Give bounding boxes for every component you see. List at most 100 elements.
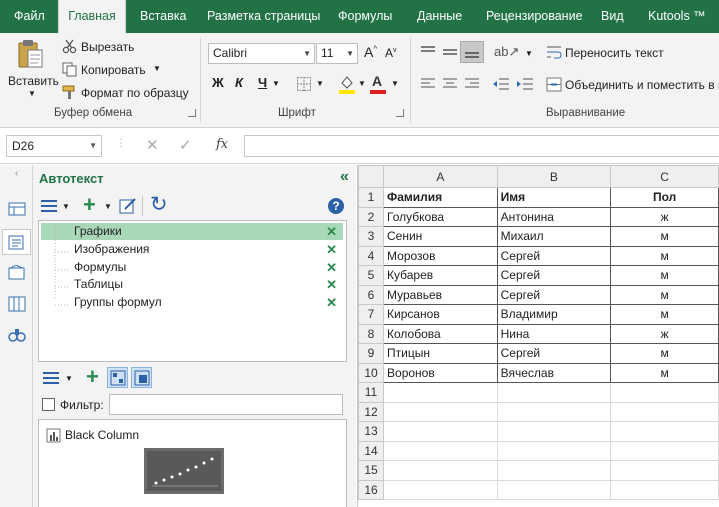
row-header[interactable]: 3 bbox=[357, 226, 385, 247]
tab-view[interactable]: Вид bbox=[601, 0, 624, 33]
cell[interactable]: м bbox=[610, 304, 719, 325]
align-right-icon[interactable] bbox=[464, 77, 480, 91]
insert-function-icon[interactable]: fx bbox=[216, 137, 228, 152]
cell[interactable] bbox=[496, 401, 612, 422]
increase-indent-icon[interactable] bbox=[516, 77, 534, 91]
row-header[interactable]: 10 bbox=[357, 362, 385, 383]
cell[interactable]: Птицын bbox=[383, 343, 498, 364]
cell[interactable]: Михаил bbox=[496, 226, 612, 247]
column-header-c[interactable]: C bbox=[610, 165, 719, 188]
delete-icon[interactable]: ✕ bbox=[326, 259, 337, 276]
cell[interactable]: Голубкова bbox=[383, 206, 498, 227]
align-bottom-button[interactable] bbox=[460, 41, 484, 63]
cell[interactable] bbox=[383, 479, 498, 500]
tree-item-graphics[interactable]: Графики ✕ bbox=[41, 223, 343, 240]
align-top-icon[interactable] bbox=[420, 45, 436, 59]
help-icon[interactable]: ? bbox=[328, 198, 344, 214]
tab-home[interactable]: Главная bbox=[58, 0, 126, 33]
cell[interactable] bbox=[610, 440, 719, 461]
enter-icon[interactable]: ✓ bbox=[179, 136, 192, 154]
row-header[interactable]: 9 bbox=[357, 343, 385, 364]
decrease-indent-icon[interactable] bbox=[492, 77, 510, 91]
merge-center-button[interactable]: Объединить и поместить в ц bbox=[546, 76, 719, 94]
cell[interactable]: Сергей bbox=[496, 343, 612, 364]
align-middle-icon[interactable] bbox=[442, 45, 458, 59]
chevron-down-icon[interactable]: ▼ bbox=[104, 202, 112, 211]
tree-item-tables[interactable]: Таблицы ✕ bbox=[41, 276, 343, 293]
cell[interactable]: м bbox=[610, 343, 719, 364]
row-header[interactable]: 4 bbox=[357, 245, 385, 266]
fill-color-icon[interactable] bbox=[338, 74, 356, 94]
find-replace-icon[interactable] bbox=[8, 327, 26, 343]
chevron-down-icon[interactable]: ▼ bbox=[65, 374, 73, 383]
column-list-icon[interactable] bbox=[8, 296, 26, 312]
cell[interactable]: Владимир bbox=[496, 304, 612, 325]
tree-item-formulas[interactable]: Формулы ✕ bbox=[41, 259, 343, 276]
cell[interactable]: м bbox=[610, 362, 719, 383]
column-header-a[interactable]: A bbox=[383, 165, 498, 188]
cell[interactable]: Колобова bbox=[383, 323, 498, 344]
cell[interactable]: Сенин bbox=[383, 226, 498, 247]
cell[interactable]: ж bbox=[610, 323, 719, 344]
list-menu-icon[interactable] bbox=[40, 198, 58, 214]
chevron-down-icon[interactable]: ▼ bbox=[316, 79, 324, 88]
tree-item-images[interactable]: Изображения ✕ bbox=[41, 241, 343, 258]
underline-button[interactable]: Ч bbox=[258, 75, 267, 90]
cell[interactable] bbox=[496, 421, 612, 442]
delete-icon[interactable]: ✕ bbox=[326, 276, 337, 293]
row-header[interactable]: 7 bbox=[357, 304, 385, 325]
name-box[interactable]: D26 ▼ bbox=[6, 135, 102, 157]
row-header[interactable]: 6 bbox=[357, 284, 385, 305]
cell[interactable] bbox=[610, 382, 719, 403]
cell[interactable]: Муравьев bbox=[383, 284, 498, 305]
autotext-nav-button[interactable] bbox=[2, 229, 31, 255]
cell[interactable]: ж bbox=[610, 206, 719, 227]
row-header[interactable]: 11 bbox=[357, 382, 385, 403]
select-all-corner[interactable] bbox=[357, 165, 385, 188]
cell[interactable]: Сергей bbox=[496, 245, 612, 266]
cell[interactable]: Сергей bbox=[496, 284, 612, 305]
row-header[interactable]: 16 bbox=[357, 479, 385, 500]
list-menu-icon[interactable] bbox=[42, 370, 60, 386]
cell[interactable]: Воронов bbox=[383, 362, 498, 383]
add-icon[interactable]: + bbox=[83, 192, 96, 218]
borders-icon[interactable] bbox=[296, 76, 312, 92]
expand-chevron-icon[interactable]: ‹ bbox=[0, 168, 33, 179]
tab-review[interactable]: Рецензирование bbox=[486, 0, 583, 33]
cell[interactable]: Кирсанов bbox=[383, 304, 498, 325]
align-left-icon[interactable] bbox=[420, 77, 436, 91]
cell[interactable]: Морозов bbox=[383, 245, 498, 266]
tab-data[interactable]: Данные bbox=[417, 0, 462, 33]
cell[interactable]: Имя bbox=[496, 187, 612, 208]
delete-icon[interactable]: ✕ bbox=[326, 241, 337, 258]
cell[interactable]: м bbox=[610, 265, 719, 286]
cell[interactable] bbox=[496, 440, 612, 461]
cell[interactable] bbox=[383, 460, 498, 481]
cell[interactable]: Вячеслав bbox=[496, 362, 612, 383]
cell[interactable] bbox=[610, 479, 719, 500]
cell[interactable]: Фамилия bbox=[383, 187, 498, 208]
tree-item-formula-groups[interactable]: Группы формул ✕ bbox=[41, 294, 343, 311]
cell[interactable] bbox=[610, 421, 719, 442]
row-header[interactable]: 12 bbox=[357, 401, 385, 422]
font-launcher-icon[interactable] bbox=[396, 109, 404, 117]
row-header[interactable]: 8 bbox=[357, 323, 385, 344]
cell[interactable]: Сергей bbox=[496, 265, 612, 286]
cell[interactable] bbox=[496, 382, 612, 403]
tab-file[interactable]: Файл bbox=[14, 0, 45, 33]
cell[interactable] bbox=[610, 460, 719, 481]
font-color-icon[interactable]: A bbox=[372, 73, 382, 89]
font-size-combo[interactable]: 11 ▼ bbox=[316, 43, 358, 64]
cell[interactable] bbox=[610, 401, 719, 422]
add-entry-icon[interactable]: + bbox=[86, 364, 99, 390]
workbook-sheets-icon[interactable] bbox=[8, 201, 26, 217]
edit-icon[interactable] bbox=[119, 197, 137, 215]
tab-insert[interactable]: Вставка bbox=[140, 0, 186, 33]
cell[interactable]: м bbox=[610, 245, 719, 266]
copy-button[interactable]: Копировать ▼ bbox=[62, 61, 162, 79]
cell[interactable]: Антонина bbox=[496, 206, 612, 227]
cancel-icon[interactable]: ✕ bbox=[146, 136, 159, 154]
filter-checkbox[interactable] bbox=[42, 398, 55, 411]
delete-icon[interactable]: ✕ bbox=[326, 223, 337, 240]
chevron-down-icon[interactable]: ▼ bbox=[525, 49, 533, 58]
